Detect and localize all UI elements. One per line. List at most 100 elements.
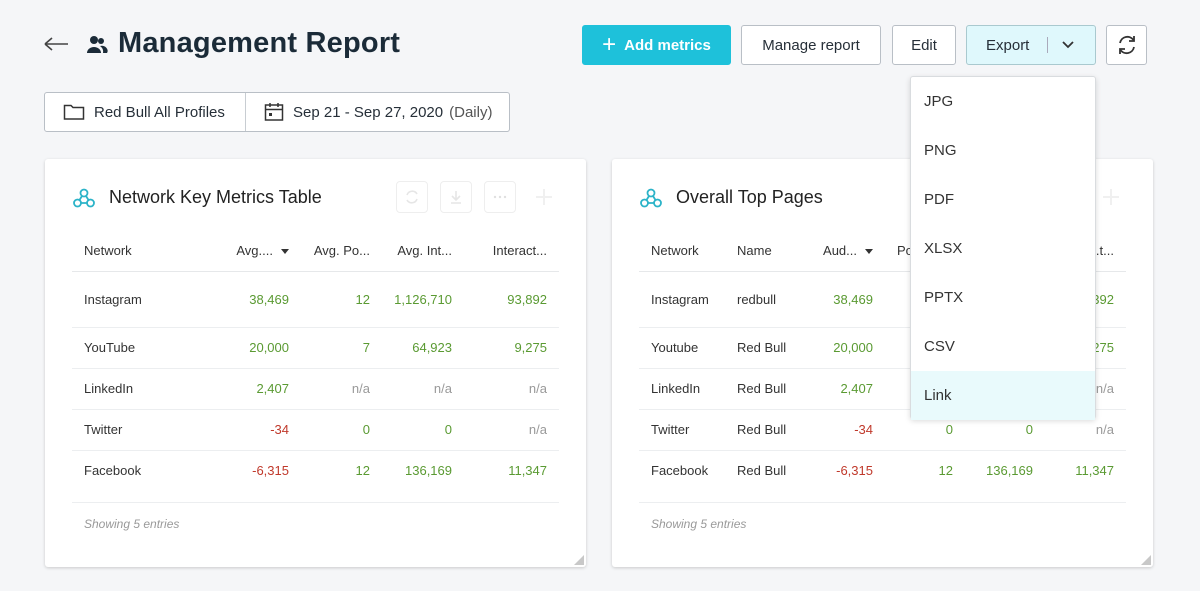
cell-value: 12 [885,450,965,503]
refresh-button[interactable] [1106,25,1147,65]
cell-network: Facebook [72,450,206,503]
card-move-handle[interactable] [528,181,560,213]
card-download-button[interactable] [440,181,472,213]
cell-value: 9,275 [464,327,559,369]
cell-value: -6,315 [206,450,301,503]
export-button[interactable]: Export [966,25,1096,65]
cell-value: 0 [382,409,464,451]
cell-value: n/a [464,409,559,451]
back-arrow-icon[interactable] [42,30,70,58]
cell-network: Facebook [639,450,725,503]
table-header-row: Network Avg.... Avg. Po... Avg. Int... I… [72,231,559,272]
top-bar: Management Report + Add metrics Manage r… [0,0,1200,80]
edit-button[interactable]: Edit [892,25,956,65]
table-row: LinkedIn 2,407 n/a n/a n/a [72,368,559,410]
network-icon [73,188,95,207]
cell-value: 93,892 [464,271,559,328]
move-icon [1103,189,1119,205]
filter-bar: Red Bull All Profiles Sep 21 - Sep 27, 2… [44,92,510,132]
cell-value: 20,000 [805,327,885,369]
cell-value: n/a [301,368,382,410]
export-label: Export [986,36,1030,54]
column-header-avg-posts[interactable]: Avg. Po... [301,231,382,272]
entries-count: Showing 5 entries [84,517,180,531]
profile-selector[interactable]: Red Bull All Profiles [45,93,246,131]
cell-value: 1,126,710 [382,271,464,328]
cell-value: 38,469 [805,271,885,328]
column-header-network[interactable]: Network [639,231,725,272]
add-metrics-button[interactable]: + Add metrics [582,25,731,65]
add-metrics-label: Add metrics [624,36,711,54]
cell-value: 64,923 [382,327,464,369]
export-option-xlsx[interactable]: XLSX [911,224,1095,273]
cell-value: 38,469 [206,271,301,328]
refresh-icon [406,190,418,204]
export-option-csv[interactable]: CSV [911,322,1095,371]
date-range-label: Sep 21 - Sep 27, 2020 [293,103,444,121]
cell-value: n/a [382,368,464,410]
export-option-pptx[interactable]: PPTX [911,273,1095,322]
export-option-png[interactable]: PNG [911,126,1095,175]
card-more-button[interactable] [484,181,516,213]
column-header-avg-interactions[interactable]: Avg. Int... [382,231,464,272]
card-refresh-button[interactable] [396,181,428,213]
column-header-interactions[interactable]: Interact... [464,231,559,272]
network-key-metrics-card: Network Key Metrics Table Network Avg...… [45,159,586,567]
export-option-pdf[interactable]: PDF [911,175,1095,224]
cell-network: YouTube [72,327,206,369]
cell-value: 7 [301,327,382,369]
export-option-link[interactable]: Link [911,371,1095,420]
table-row: Twitter -34 0 0 n/a [72,409,559,451]
card-move-handle[interactable] [1095,181,1127,213]
cell-value: -34 [206,409,301,451]
cell-value: -6,315 [805,450,885,503]
export-divider [1047,37,1049,53]
export-option-jpg[interactable]: JPG [911,77,1095,126]
cell-value: 12 [301,271,382,328]
cell-network: Youtube [639,327,725,369]
refresh-icon [1118,35,1135,55]
resize-handle-icon[interactable] [574,555,584,565]
column-header-label: Aud... [823,243,857,259]
column-header-network[interactable]: Network [72,231,206,272]
card-title: Network Key Metrics Table [109,187,322,207]
cell-network: Instagram [639,271,725,328]
cell-value: 12 [301,450,382,503]
cell-name: Red Bull [725,327,805,369]
cell-value: 136,169 [965,450,1045,503]
cell-value: 136,169 [382,450,464,503]
cell-value: 11,347 [1045,450,1126,503]
cell-value: 0 [301,409,382,451]
granularity-label: (Daily) [449,103,493,121]
cell-value: -34 [805,409,885,451]
manage-report-button[interactable]: Manage report [741,25,881,65]
cell-value: 2,407 [805,368,885,410]
column-header-name[interactable]: Name [725,231,805,272]
cell-network: Twitter [72,409,206,451]
date-range-selector[interactable]: Sep 21 - Sep 27, 2020 (Daily) [246,93,492,131]
calendar-icon [264,103,284,121]
column-header-avg[interactable]: Avg.... [206,231,301,272]
cell-name: Red Bull [725,368,805,410]
cell-network: LinkedIn [72,368,206,410]
folder-icon [63,104,85,120]
column-header-audience[interactable]: Aud... [805,231,885,272]
cell-network: Twitter [639,409,725,451]
card-title: Overall Top Pages [676,187,823,207]
more-icon [493,195,507,199]
move-icon [536,189,552,205]
resize-handle-icon[interactable] [1141,555,1151,565]
table-row: Instagram 38,469 12 1,126,710 93,892 [72,271,559,328]
cell-value: 2,407 [206,368,301,410]
sort-desc-icon [281,249,289,255]
sort-desc-icon [865,249,873,255]
entries-count: Showing 5 entries [651,517,747,531]
download-icon [451,191,461,204]
cell-name: Red Bull [725,450,805,503]
network-icon [640,188,662,207]
cell-value: 20,000 [206,327,301,369]
cell-network: Instagram [72,271,206,328]
table-row: Facebook -6,315 12 136,169 11,347 [72,450,559,503]
page-title: Management Report [118,27,401,59]
chevron-down-icon[interactable] [1061,38,1075,52]
